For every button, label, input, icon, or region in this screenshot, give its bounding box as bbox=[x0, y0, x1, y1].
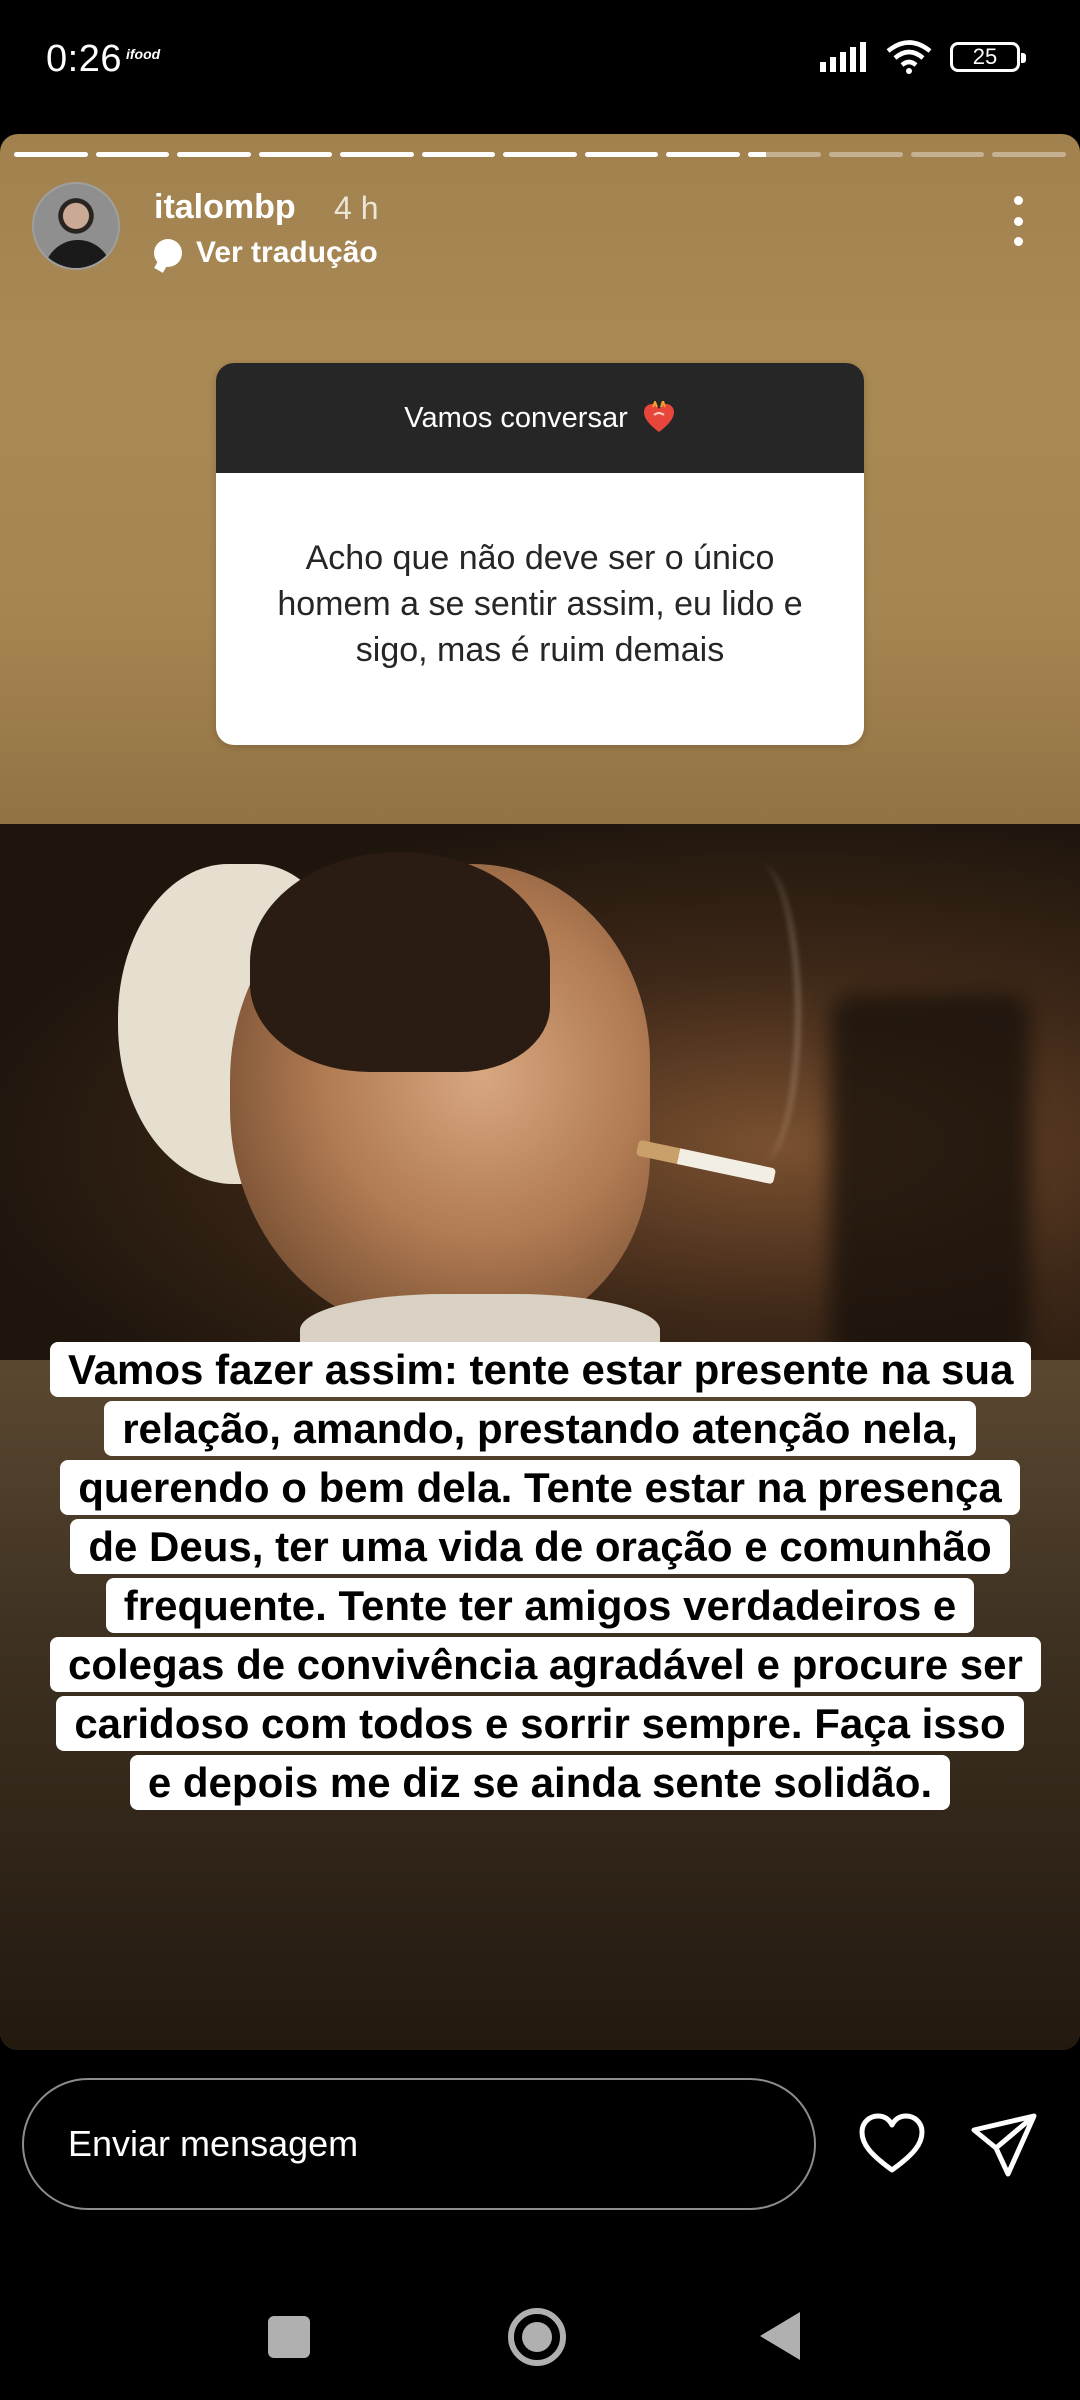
burning-heart-icon bbox=[643, 401, 674, 432]
system-nav-bar bbox=[0, 2270, 1080, 2400]
status-bar: 0:26 ifood 25 bbox=[0, 0, 1080, 120]
progress-segment-fill bbox=[258, 152, 333, 157]
progress-segment bbox=[666, 152, 740, 157]
translate-button[interactable]: Ver tradução bbox=[154, 236, 378, 270]
wifi-icon bbox=[886, 40, 932, 74]
progress-segment bbox=[910, 152, 985, 157]
question-sticker: Vamos conversar Acho que não deve ser o … bbox=[216, 363, 864, 745]
progress-segment-fill bbox=[177, 152, 251, 157]
more-vertical-icon bbox=[1013, 196, 1023, 205]
signal-icon bbox=[820, 42, 866, 72]
battery-icon: 25 bbox=[950, 42, 1026, 72]
story-progress-bar bbox=[14, 152, 1066, 157]
progress-segment bbox=[992, 152, 1066, 157]
story-viewer[interactable]: italombp 4 h Ver tradução Vamos conversa… bbox=[0, 134, 1080, 2050]
more-options-button[interactable] bbox=[1006, 196, 1030, 246]
progress-segment-fill bbox=[666, 152, 740, 157]
progress-segment-fill bbox=[95, 152, 170, 157]
progress-segment-fill bbox=[584, 152, 659, 157]
heart-outline-icon[interactable] bbox=[856, 2108, 928, 2180]
progress-segment bbox=[340, 152, 414, 157]
ifood-notification-icon: ifood bbox=[126, 46, 161, 62]
message-input[interactable] bbox=[22, 2078, 816, 2210]
progress-segment bbox=[747, 152, 822, 157]
username[interactable]: italombp bbox=[154, 188, 296, 227]
progress-segment bbox=[829, 152, 903, 157]
progress-segment bbox=[95, 152, 170, 157]
reply-bar bbox=[0, 2050, 1080, 2270]
progress-segment bbox=[14, 152, 88, 157]
translate-icon bbox=[154, 239, 182, 267]
recent-apps-button[interactable] bbox=[268, 2316, 310, 2358]
story-header: italombp 4 h Ver tradução bbox=[32, 182, 1056, 282]
battery-level: 25 bbox=[972, 44, 998, 69]
progress-segment bbox=[503, 152, 577, 157]
story-photo bbox=[0, 824, 1080, 1360]
story-caption-text: Vamos fazer assim: tente estar presente … bbox=[50, 1342, 1041, 1810]
question-sticker-title: Vamos conversar bbox=[404, 401, 628, 434]
story-caption: Vamos fazer assim: tente estar presente … bbox=[50, 1340, 1041, 1812]
progress-segment bbox=[421, 152, 496, 157]
progress-segment-fill bbox=[340, 152, 414, 157]
status-icons: 25 bbox=[820, 40, 1026, 74]
progress-segment-fill bbox=[421, 152, 496, 157]
progress-segment-fill bbox=[503, 152, 577, 157]
status-time: 0:26 bbox=[46, 38, 122, 80]
question-sticker-body: Acho que não deve ser o único homem a se… bbox=[216, 473, 864, 745]
progress-segment bbox=[584, 152, 659, 157]
progress-segment-fill bbox=[747, 152, 767, 157]
progress-segment-fill bbox=[14, 152, 88, 157]
paper-plane-icon[interactable] bbox=[968, 2108, 1040, 2180]
progress-segment bbox=[177, 152, 251, 157]
home-button[interactable] bbox=[508, 2308, 566, 2366]
story-time-ago: 4 h bbox=[334, 190, 379, 226]
progress-segment bbox=[258, 152, 333, 157]
back-button[interactable] bbox=[760, 2312, 800, 2360]
question-sticker-header: Vamos conversar bbox=[216, 363, 864, 473]
avatar[interactable] bbox=[32, 182, 120, 270]
translate-label: Ver tradução bbox=[196, 236, 378, 269]
